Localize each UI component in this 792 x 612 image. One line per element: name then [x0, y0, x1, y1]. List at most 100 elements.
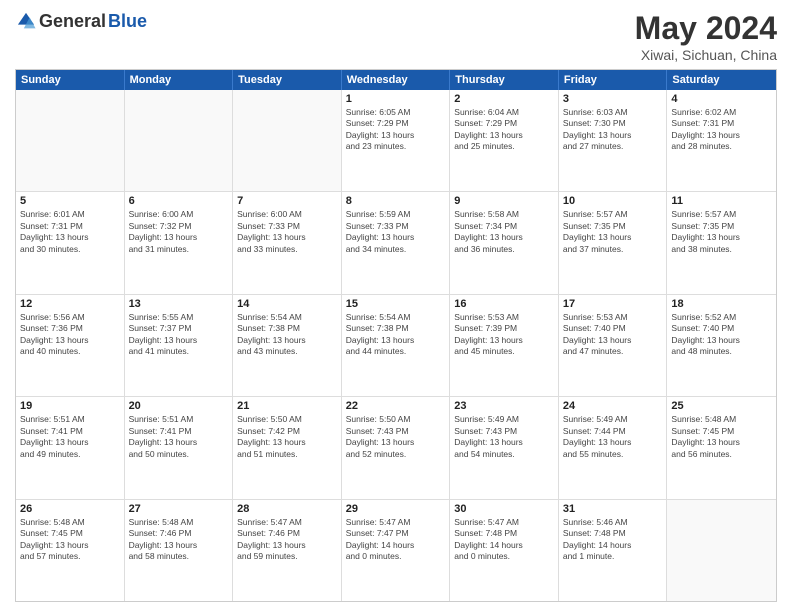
- day-number: 24: [563, 400, 663, 412]
- day-cell: 12 Sunrise: 5:56 AMSunset: 7:36 PMDayligh…: [16, 295, 125, 396]
- weekday-header: Tuesday: [233, 70, 342, 90]
- empty-cell: [16, 90, 125, 191]
- day-info: Sunrise: 5:49 AMSunset: 7:44 PMDaylight:…: [563, 414, 663, 460]
- day-info: Sunrise: 5:54 AMSunset: 7:38 PMDaylight:…: [346, 312, 446, 358]
- day-info: Sunrise: 5:51 AMSunset: 7:41 PMDaylight:…: [129, 414, 229, 460]
- day-info: Sunrise: 5:59 AMSunset: 7:33 PMDaylight:…: [346, 209, 446, 255]
- calendar: SundayMondayTuesdayWednesdayThursdayFrid…: [15, 69, 777, 602]
- calendar-row: 26 Sunrise: 5:48 AMSunset: 7:45 PMDayligh…: [16, 500, 776, 601]
- weekday-header: Saturday: [667, 70, 776, 90]
- day-cell: 16 Sunrise: 5:53 AMSunset: 7:39 PMDayligh…: [450, 295, 559, 396]
- day-number: 16: [454, 298, 554, 310]
- day-number: 25: [671, 400, 772, 412]
- day-number: 26: [20, 503, 120, 515]
- day-number: 21: [237, 400, 337, 412]
- day-cell: 10Sunrise: 5:57 AMSunset: 7:35 PMDayligh…: [559, 192, 668, 293]
- day-cell: 19 Sunrise: 5:51 AMSunset: 7:41 PMDayligh…: [16, 397, 125, 498]
- header: GeneralBlue May 2024 Xiwai, Sichuan, Chi…: [15, 10, 777, 63]
- day-cell: 2 Sunrise: 6:04 AMSunset: 7:29 PMDaylight…: [450, 90, 559, 191]
- day-info: Sunrise: 5:48 AMSunset: 7:45 PMDaylight:…: [20, 517, 120, 563]
- weekday-header: Monday: [125, 70, 234, 90]
- day-number: 8: [346, 195, 446, 207]
- day-info: Sunrise: 5:47 AMSunset: 7:48 PMDaylight:…: [454, 517, 554, 563]
- weekday-header: Thursday: [450, 70, 559, 90]
- day-cell: 31 Sunrise: 5:46 AMSunset: 7:48 PMDayligh…: [559, 500, 668, 601]
- day-info: Sunrise: 6:02 AMSunset: 7:31 PMDaylight:…: [671, 107, 772, 153]
- day-cell: 17Sunrise: 5:53 AMSunset: 7:40 PMDayligh…: [559, 295, 668, 396]
- day-cell: 27Sunrise: 5:48 AMSunset: 7:46 PMDayligh…: [125, 500, 234, 601]
- day-number: 3: [563, 93, 663, 105]
- day-cell: 23 Sunrise: 5:49 AMSunset: 7:43 PMDayligh…: [450, 397, 559, 498]
- day-cell: 15 Sunrise: 5:54 AMSunset: 7:38 PMDayligh…: [342, 295, 451, 396]
- logo-blue: Blue: [108, 11, 147, 32]
- calendar-row: 12 Sunrise: 5:56 AMSunset: 7:36 PMDayligh…: [16, 295, 776, 397]
- day-info: Sunrise: 6:00 AMSunset: 7:32 PMDaylight:…: [129, 209, 229, 255]
- day-number: 5: [20, 195, 120, 207]
- day-cell: 21 Sunrise: 5:50 AMSunset: 7:42 PMDayligh…: [233, 397, 342, 498]
- day-info: Sunrise: 5:51 AMSunset: 7:41 PMDaylight:…: [20, 414, 120, 460]
- month-year: May 2024: [635, 10, 777, 47]
- day-number: 17: [563, 298, 663, 310]
- day-cell: 13Sunrise: 5:55 AMSunset: 7:37 PMDayligh…: [125, 295, 234, 396]
- day-info: Sunrise: 5:50 AMSunset: 7:43 PMDaylight:…: [346, 414, 446, 460]
- day-cell: 14Sunrise: 5:54 AMSunset: 7:38 PMDayligh…: [233, 295, 342, 396]
- day-cell: 22 Sunrise: 5:50 AMSunset: 7:43 PMDayligh…: [342, 397, 451, 498]
- day-info: Sunrise: 5:47 AMSunset: 7:47 PMDaylight:…: [346, 517, 446, 563]
- day-number: 20: [129, 400, 229, 412]
- logo-icon: [15, 10, 37, 32]
- day-info: Sunrise: 6:01 AMSunset: 7:31 PMDaylight:…: [20, 209, 120, 255]
- day-cell: 28 Sunrise: 5:47 AMSunset: 7:46 PMDayligh…: [233, 500, 342, 601]
- logo: GeneralBlue: [15, 10, 147, 32]
- empty-cell: [233, 90, 342, 191]
- day-info: Sunrise: 5:47 AMSunset: 7:46 PMDaylight:…: [237, 517, 337, 563]
- day-info: Sunrise: 6:00 AMSunset: 7:33 PMDaylight:…: [237, 209, 337, 255]
- day-info: Sunrise: 5:50 AMSunset: 7:42 PMDaylight:…: [237, 414, 337, 460]
- weekday-header: Sunday: [16, 70, 125, 90]
- day-cell: 9Sunrise: 5:58 AMSunset: 7:34 PMDaylight…: [450, 192, 559, 293]
- day-number: 19: [20, 400, 120, 412]
- day-info: Sunrise: 5:55 AMSunset: 7:37 PMDaylight:…: [129, 312, 229, 358]
- day-info: Sunrise: 5:56 AMSunset: 7:36 PMDaylight:…: [20, 312, 120, 358]
- day-number: 22: [346, 400, 446, 412]
- weekday-header: Friday: [559, 70, 668, 90]
- day-number: 11: [671, 195, 772, 207]
- day-info: Sunrise: 6:03 AMSunset: 7:30 PMDaylight:…: [563, 107, 663, 153]
- day-info: Sunrise: 6:04 AMSunset: 7:29 PMDaylight:…: [454, 107, 554, 153]
- logo-general: General: [39, 11, 106, 32]
- day-number: 15: [346, 298, 446, 310]
- title-section: May 2024 Xiwai, Sichuan, China: [635, 10, 777, 63]
- day-cell: 5 Sunrise: 6:01 AMSunset: 7:31 PMDaylight…: [16, 192, 125, 293]
- day-number: 31: [563, 503, 663, 515]
- day-number: 29: [346, 503, 446, 515]
- day-cell: 30Sunrise: 5:47 AMSunset: 7:48 PMDayligh…: [450, 500, 559, 601]
- day-cell: 7Sunrise: 6:00 AMSunset: 7:33 PMDaylight…: [233, 192, 342, 293]
- day-info: Sunrise: 5:54 AMSunset: 7:38 PMDaylight:…: [237, 312, 337, 358]
- day-info: Sunrise: 5:48 AMSunset: 7:45 PMDaylight:…: [671, 414, 772, 460]
- calendar-body: 1Sunrise: 6:05 AMSunset: 7:29 PMDaylight…: [16, 90, 776, 601]
- day-number: 18: [671, 298, 772, 310]
- day-number: 1: [346, 93, 446, 105]
- day-number: 4: [671, 93, 772, 105]
- day-cell: 4 Sunrise: 6:02 AMSunset: 7:31 PMDaylight…: [667, 90, 776, 191]
- day-info: Sunrise: 5:46 AMSunset: 7:48 PMDaylight:…: [563, 517, 663, 563]
- empty-cell: [667, 500, 776, 601]
- day-cell: 29 Sunrise: 5:47 AMSunset: 7:47 PMDayligh…: [342, 500, 451, 601]
- day-number: 2: [454, 93, 554, 105]
- day-info: Sunrise: 5:49 AMSunset: 7:43 PMDaylight:…: [454, 414, 554, 460]
- weekday-header: Wednesday: [342, 70, 451, 90]
- day-cell: 6 Sunrise: 6:00 AMSunset: 7:32 PMDaylight…: [125, 192, 234, 293]
- day-cell: 1Sunrise: 6:05 AMSunset: 7:29 PMDaylight…: [342, 90, 451, 191]
- calendar-row: 5 Sunrise: 6:01 AMSunset: 7:31 PMDaylight…: [16, 192, 776, 294]
- day-number: 23: [454, 400, 554, 412]
- day-number: 6: [129, 195, 229, 207]
- day-info: Sunrise: 5:52 AMSunset: 7:40 PMDaylight:…: [671, 312, 772, 358]
- day-cell: 24 Sunrise: 5:49 AMSunset: 7:44 PMDayligh…: [559, 397, 668, 498]
- page: GeneralBlue May 2024 Xiwai, Sichuan, Chi…: [0, 0, 792, 612]
- day-cell: 8 Sunrise: 5:59 AMSunset: 7:33 PMDaylight…: [342, 192, 451, 293]
- day-number: 28: [237, 503, 337, 515]
- day-info: Sunrise: 5:48 AMSunset: 7:46 PMDaylight:…: [129, 517, 229, 563]
- day-cell: 25 Sunrise: 5:48 AMSunset: 7:45 PMDayligh…: [667, 397, 776, 498]
- day-number: 12: [20, 298, 120, 310]
- empty-cell: [125, 90, 234, 191]
- day-info: Sunrise: 5:53 AMSunset: 7:39 PMDaylight:…: [454, 312, 554, 358]
